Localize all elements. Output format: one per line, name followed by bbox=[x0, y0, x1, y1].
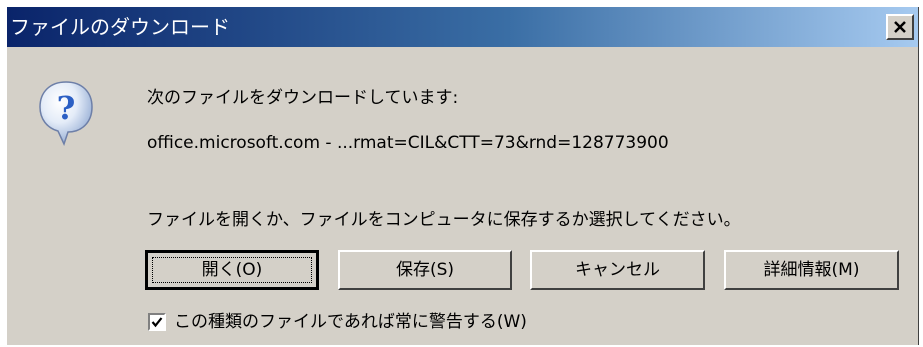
more-info-button-label: 詳細情報(M) bbox=[763, 260, 860, 280]
svg-text:?: ? bbox=[57, 89, 76, 127]
save-button[interactable]: 保存(S) bbox=[338, 250, 512, 290]
instruction-text: ファイルを開くか、ファイルをコンピュータに保存するか選択してください。 bbox=[147, 210, 741, 230]
file-download-dialog: ファイルのダウンロード ? 次のファイルをダウンロードしています: office… bbox=[7, 7, 919, 345]
cancel-button-label: キャンセル bbox=[575, 260, 660, 280]
open-button-label: 開く(O) bbox=[201, 260, 263, 280]
always-warn-label: この種類のファイルであれば常に警告する(W) bbox=[174, 312, 527, 332]
save-button-label: 保存(S) bbox=[395, 260, 455, 280]
more-info-button[interactable]: 詳細情報(M) bbox=[724, 250, 899, 290]
cancel-button[interactable]: キャンセル bbox=[530, 250, 705, 290]
checkmark-icon bbox=[151, 317, 163, 328]
download-message: 次のファイルをダウンロードしています: bbox=[147, 88, 459, 108]
title-bar[interactable]: ファイルのダウンロード bbox=[7, 7, 918, 47]
close-button[interactable] bbox=[886, 14, 914, 40]
window-title: ファイルのダウンロード bbox=[10, 15, 230, 39]
question-icon: ? bbox=[39, 81, 93, 146]
open-button[interactable]: 開く(O) bbox=[145, 250, 319, 290]
always-warn-checkbox[interactable] bbox=[148, 313, 166, 331]
file-source-url: office.microsoft.com - ...rmat=CIL&CTT=7… bbox=[147, 133, 669, 153]
close-x-icon bbox=[894, 21, 906, 33]
